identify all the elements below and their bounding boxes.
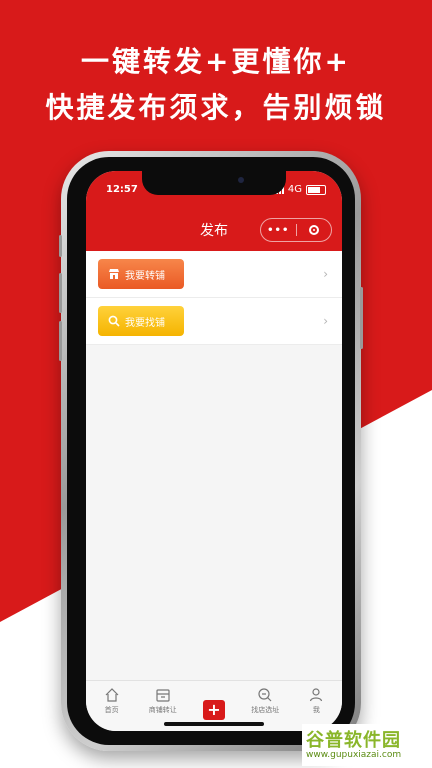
tab-shop-transfer-label: 商铺转让 [148, 706, 177, 714]
mute-switch [59, 235, 62, 257]
tab-me-label: 我 [312, 706, 320, 714]
transfer-shop-label: 我要转铺 [125, 270, 165, 282]
shop-icon [156, 689, 170, 702]
tab-home[interactable]: 首页 [86, 681, 137, 731]
tab-home-label: 首页 [104, 706, 119, 714]
map-search-icon [258, 688, 272, 702]
watermark-brand: 谷普软件园 [306, 730, 401, 751]
phone-frame: 12:57 4G 发布 ••• 我要转铺 › 我要找铺 › 首页 商铺转让 + … [59, 151, 363, 751]
battery-icon [306, 184, 326, 195]
publish-options-list: 我要转铺 › 我要找铺 › [86, 251, 342, 345]
status-time: 12:57 [106, 184, 138, 195]
miniprogram-capsule: ••• [260, 218, 332, 242]
chevron-right-icon: › [323, 267, 328, 281]
store-icon [109, 269, 119, 279]
plus-icon[interactable]: + [203, 700, 225, 720]
list-item-find-shop[interactable]: 我要找铺 › [86, 298, 342, 345]
user-icon [310, 688, 323, 702]
camera-icon [238, 177, 244, 183]
chevron-right-icon: › [323, 314, 328, 328]
power-button [360, 287, 363, 349]
target-icon [308, 225, 319, 235]
list-item-transfer-shop[interactable]: 我要转铺 › [86, 251, 342, 298]
headline-line-2: 快捷发布须求，告别烦锁 [45, 91, 387, 124]
home-indicator [164, 722, 264, 726]
home-icon [105, 688, 119, 702]
transfer-shop-button[interactable]: 我要转铺 [98, 259, 184, 289]
notch [142, 171, 286, 195]
find-shop-label: 我要找铺 [125, 317, 165, 329]
more-menu-button[interactable]: ••• [261, 225, 296, 236]
phone-bezel: 12:57 4G 发布 ••• 我要转铺 › 我要找铺 › 首页 商铺转让 + … [67, 157, 355, 745]
phone-screen: 12:57 4G 发布 ••• 我要转铺 › 我要找铺 › 首页 商铺转让 + … [86, 171, 342, 731]
search-icon [108, 315, 120, 327]
volume-down-button [59, 321, 62, 361]
nav-bar: 发布 ••• [86, 207, 342, 251]
headline-line-1: 一键转发+更懂你+ [81, 45, 351, 78]
find-shop-button[interactable]: 我要找铺 [98, 306, 184, 336]
close-miniprogram-button[interactable] [297, 225, 332, 235]
volume-up-button [59, 273, 62, 313]
network-label: 4G [287, 184, 302, 195]
watermark-url: www.gupuxiazai.com [306, 750, 402, 760]
watermark-logo: 谷普软件园 www.gupuxiazai.com [302, 724, 430, 766]
tab-find-store-label: 找店选址 [251, 706, 280, 714]
